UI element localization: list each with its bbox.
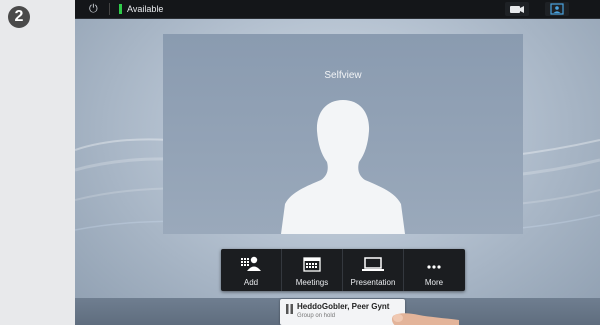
touch-panel-screen: ⏻ Available Selfview Add Meetings Presen… (75, 0, 600, 325)
held-call-item[interactable]: HeddoGobler, Peer Gynt Group on hold (280, 299, 405, 325)
laptop-icon (362, 257, 384, 271)
camera-button[interactable] (505, 2, 529, 16)
meetings-button[interactable]: Meetings (282, 249, 343, 291)
step-number-badge: 2 (8, 6, 30, 28)
add-button[interactable]: Add (221, 249, 282, 291)
person-silhouette (281, 100, 405, 234)
presentation-label: Presentation (350, 278, 396, 287)
meetings-label: Meetings (295, 278, 329, 287)
side-margin: 2 (0, 0, 75, 325)
selfview-button[interactable] (545, 2, 569, 16)
selfview-label: Selfview (324, 70, 362, 81)
add-label: Add (243, 278, 259, 287)
selfview-window[interactable]: Selfview (163, 34, 523, 234)
availability-status[interactable]: Available (127, 3, 163, 15)
more-icon (427, 265, 441, 269)
more-label: More (424, 278, 444, 287)
call-status: Group on hold (297, 313, 336, 319)
pointing-finger (391, 313, 459, 325)
call-participant-name: HeddoGobler, Peer Gynt (297, 302, 390, 311)
selfview-icon (550, 3, 564, 15)
availability-indicator (119, 4, 122, 14)
pause-icon (286, 304, 293, 314)
more-button[interactable]: More (404, 249, 464, 291)
power-icon[interactable]: ⏻ (89, 3, 101, 15)
divider (109, 3, 110, 15)
add-participant-icon (241, 256, 261, 271)
camera-icon (510, 6, 524, 13)
call-toolbar: Add Meetings Presentation More (221, 249, 465, 291)
calendar-icon (303, 257, 321, 272)
presentation-button[interactable]: Presentation (343, 249, 404, 291)
status-bar: ⏻ Available (75, 0, 600, 19)
